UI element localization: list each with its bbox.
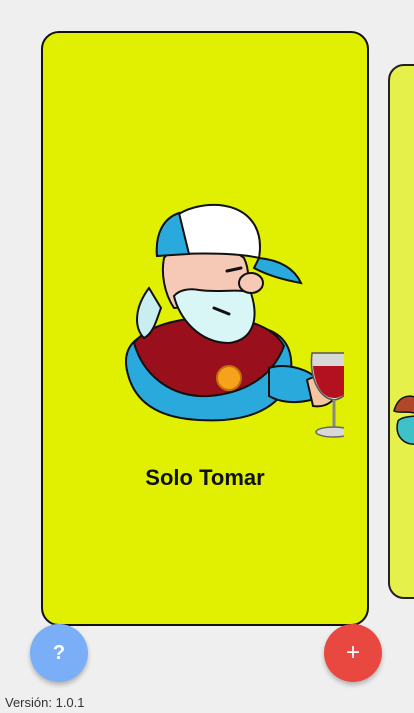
- screen: Solo Tomar ? + Versión: 1.0.1: [0, 0, 414, 713]
- add-button[interactable]: +: [324, 624, 382, 682]
- version-label: Versión: 1.0.1: [5, 695, 85, 710]
- old-man-with-wine-glass-illustration: [124, 203, 344, 438]
- next-card[interactable]: [388, 64, 414, 599]
- help-button[interactable]: ?: [30, 624, 88, 682]
- next-card-illustration: [393, 395, 414, 445]
- card-title: Solo Tomar: [145, 465, 265, 490]
- drink-mode-card[interactable]: Solo Tomar: [41, 31, 369, 626]
